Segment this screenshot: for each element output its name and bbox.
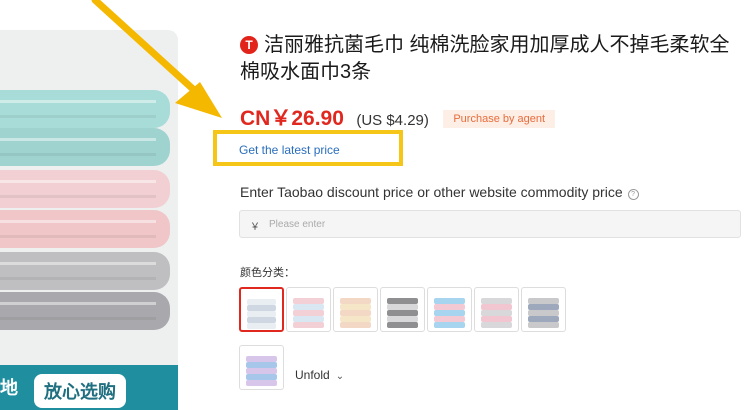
unfold-label: Unfold [295, 368, 330, 382]
annotation-arrow-icon [91, 0, 222, 118]
discount-label: Enter Taobao discount price or other web… [240, 184, 639, 200]
help-icon[interactable]: ? [627, 189, 639, 200]
get-latest-price-link[interactable]: Get the latest price [239, 143, 340, 157]
towel-pink [0, 170, 170, 208]
swatch-stripe [340, 322, 371, 328]
swatch-stripe [246, 380, 277, 386]
product-title-row: T 洁丽雅抗菌毛巾 纯棉洗脸家用加厚成人不掉毛柔软全棉吸水面巾3条 [240, 32, 740, 86]
towel-grey [0, 252, 170, 290]
swatch-stripe [247, 323, 276, 329]
variant-thumbnail[interactable] [239, 345, 284, 390]
discount-label-text: Enter Taobao discount price or other web… [240, 184, 623, 200]
price-cny: CN￥26.90 [240, 107, 344, 130]
currency-symbol: ￥ [250, 222, 260, 233]
swatch-stripe [528, 322, 559, 328]
chevron-down-icon: ⌄ [335, 371, 345, 382]
variant-thumbnail[interactable] [427, 287, 472, 332]
swatch-stripe [434, 322, 465, 328]
variant-thumbnail[interactable] [380, 287, 425, 332]
variant-thumbnail[interactable] [474, 287, 519, 332]
towel-pink-2 [0, 210, 170, 248]
variant-thumbnail[interactable] [286, 287, 331, 332]
image-banner: 地 放心选购 [0, 365, 178, 410]
towel-grey-2 [0, 292, 170, 330]
product-title: 洁丽雅抗菌毛巾 纯棉洗脸家用加厚成人不掉毛柔软全棉吸水面巾3条 [240, 34, 730, 83]
price-usd: (US $4.29) [356, 112, 429, 129]
swatch-stripe [387, 322, 418, 328]
color-category-label: 颜色分类： [240, 267, 295, 279]
swatch-stripe [481, 322, 512, 328]
taobao-badge-icon: T [240, 35, 258, 54]
price-row: CN￥26.90 (US $4.29) Purchase by agent [240, 102, 556, 132]
banner-text-left: 地 [0, 378, 18, 398]
banner-tag: 放心选购 [34, 374, 126, 408]
swatch-stripe [293, 322, 324, 328]
purchase-by-agent-badge: Purchase by agent [443, 110, 556, 128]
variant-thumbnail[interactable] [333, 287, 378, 332]
variant-thumbnail[interactable] [239, 287, 284, 332]
variant-thumbnail[interactable] [521, 287, 566, 332]
discount-price-input[interactable]: ￥ Please enter [239, 210, 741, 238]
unfold-button[interactable]: Unfold ⌄ [295, 368, 344, 382]
discount-input-placeholder: Please enter [269, 219, 326, 230]
